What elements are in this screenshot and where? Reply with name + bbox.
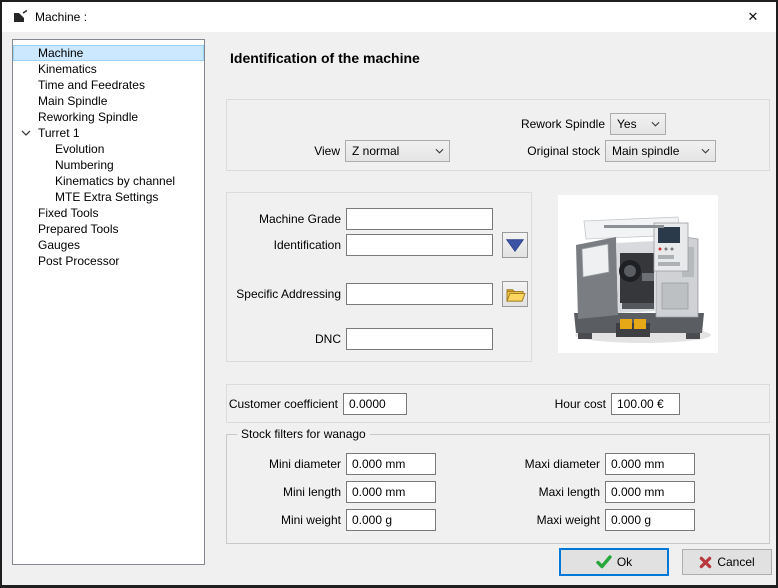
browse-folder-button[interactable] — [502, 281, 528, 307]
maxi-weight-input[interactable] — [605, 509, 695, 531]
tree-item-numbering[interactable]: Numbering — [13, 157, 204, 173]
stock-filters-title: Stock filters for wanago — [237, 427, 370, 441]
identification-input[interactable] — [346, 234, 493, 256]
cost-group: Customer coefficient Hour cost — [226, 384, 770, 423]
customer-coefficient-input[interactable] — [343, 393, 407, 415]
chevron-down-icon — [435, 148, 444, 154]
dnc-input[interactable] — [346, 328, 493, 350]
stock-filters-group: Stock filters for wanago Mini diameter M… — [226, 427, 770, 544]
mini-length-label: Mini length — [282, 485, 341, 499]
x-icon — [700, 556, 712, 568]
tree-item-fixed-tools[interactable]: Fixed Tools — [13, 205, 204, 221]
original-stock-label: Original stock — [527, 144, 600, 158]
view-select[interactable]: Z normal — [345, 140, 450, 162]
machine-app-icon — [14, 9, 28, 22]
machine-grade-input[interactable] — [346, 208, 493, 230]
tree-item-kinematics-by-channel[interactable]: Kinematics by channel — [13, 173, 204, 189]
tree-item-mte-extra-settings[interactable]: MTE Extra Settings — [13, 189, 204, 205]
check-icon — [596, 555, 612, 569]
view-label: View — [314, 144, 340, 158]
tree-item-time-and-feedrates[interactable]: Time and Feedrates — [13, 77, 204, 93]
triangle-down-icon — [505, 238, 525, 252]
identification-label: Identification — [273, 238, 341, 252]
dnc-label: DNC — [315, 332, 341, 346]
original-stock-select[interactable]: Main spindle — [605, 140, 716, 162]
chevron-down-icon — [701, 148, 710, 154]
machine-grade-label: Machine Grade — [258, 212, 341, 226]
hour-cost-input[interactable] — [611, 393, 680, 415]
chevron-down-icon — [651, 121, 660, 127]
mini-diameter-input[interactable] — [346, 453, 436, 475]
tree-item-main-spindle[interactable]: Main Spindle — [13, 93, 204, 109]
open-folder-icon — [505, 288, 526, 302]
chevron-down-icon[interactable] — [21, 130, 31, 136]
tree-item-post-processor[interactable]: Post Processor — [13, 253, 204, 269]
title-bar: Machine : ✕ — [2, 2, 776, 32]
tree-item-evolution[interactable]: Evolution — [13, 141, 204, 157]
rework-spindle-label: Rework Spindle — [520, 117, 605, 131]
maxi-diameter-input[interactable] — [605, 453, 695, 475]
cancel-button[interactable]: Cancel — [682, 549, 772, 575]
close-icon[interactable]: ✕ — [730, 2, 776, 32]
tree-item-prepared-tools[interactable]: Prepared Tools — [13, 221, 204, 237]
maxi-length-input[interactable] — [605, 481, 695, 503]
mini-diameter-label: Mini diameter — [268, 457, 341, 471]
identification-picker-button[interactable] — [502, 232, 528, 258]
mini-weight-input[interactable] — [346, 509, 436, 531]
tree-item-reworking-spindle[interactable]: Reworking Spindle — [13, 109, 204, 125]
tree-item-turret-1[interactable]: Turret 1 — [13, 125, 204, 141]
maxi-length-label: Maxi length — [538, 485, 600, 499]
tree-item-machine[interactable]: Machine — [13, 45, 204, 61]
window-title: Machine : — [35, 10, 88, 24]
tree-item-gauges[interactable]: Gauges — [13, 237, 204, 253]
machine-dialog: Machine : ✕ Machine Kinematics Time and … — [0, 0, 778, 588]
customer-coefficient-label: Customer coefficient — [228, 397, 338, 411]
page-title: Identification of the machine — [230, 50, 420, 66]
cnc-lathe-image — [574, 216, 711, 343]
specific-addressing-input[interactable] — [346, 283, 493, 305]
settings-tree: Machine Kinematics Time and Feedrates Ma… — [12, 39, 205, 565]
mini-weight-label: Mini weight — [280, 513, 341, 527]
ok-button[interactable]: Ok — [559, 548, 669, 576]
hour-cost-label: Hour cost — [554, 397, 606, 411]
identification-group: Machine Grade Identification Specific Ad… — [226, 192, 532, 362]
maxi-weight-label: Maxi weight — [536, 513, 600, 527]
maxi-diameter-label: Maxi diameter — [524, 457, 600, 471]
rework-spindle-select[interactable]: Yes — [610, 113, 666, 135]
mini-length-input[interactable] — [346, 481, 436, 503]
tree-item-kinematics[interactable]: Kinematics — [13, 61, 204, 77]
specific-addressing-label: Specific Addressing — [236, 287, 341, 301]
machine-photo — [558, 195, 718, 353]
view-options-group: Rework Spindle Yes View Z normal Origina… — [226, 99, 770, 171]
